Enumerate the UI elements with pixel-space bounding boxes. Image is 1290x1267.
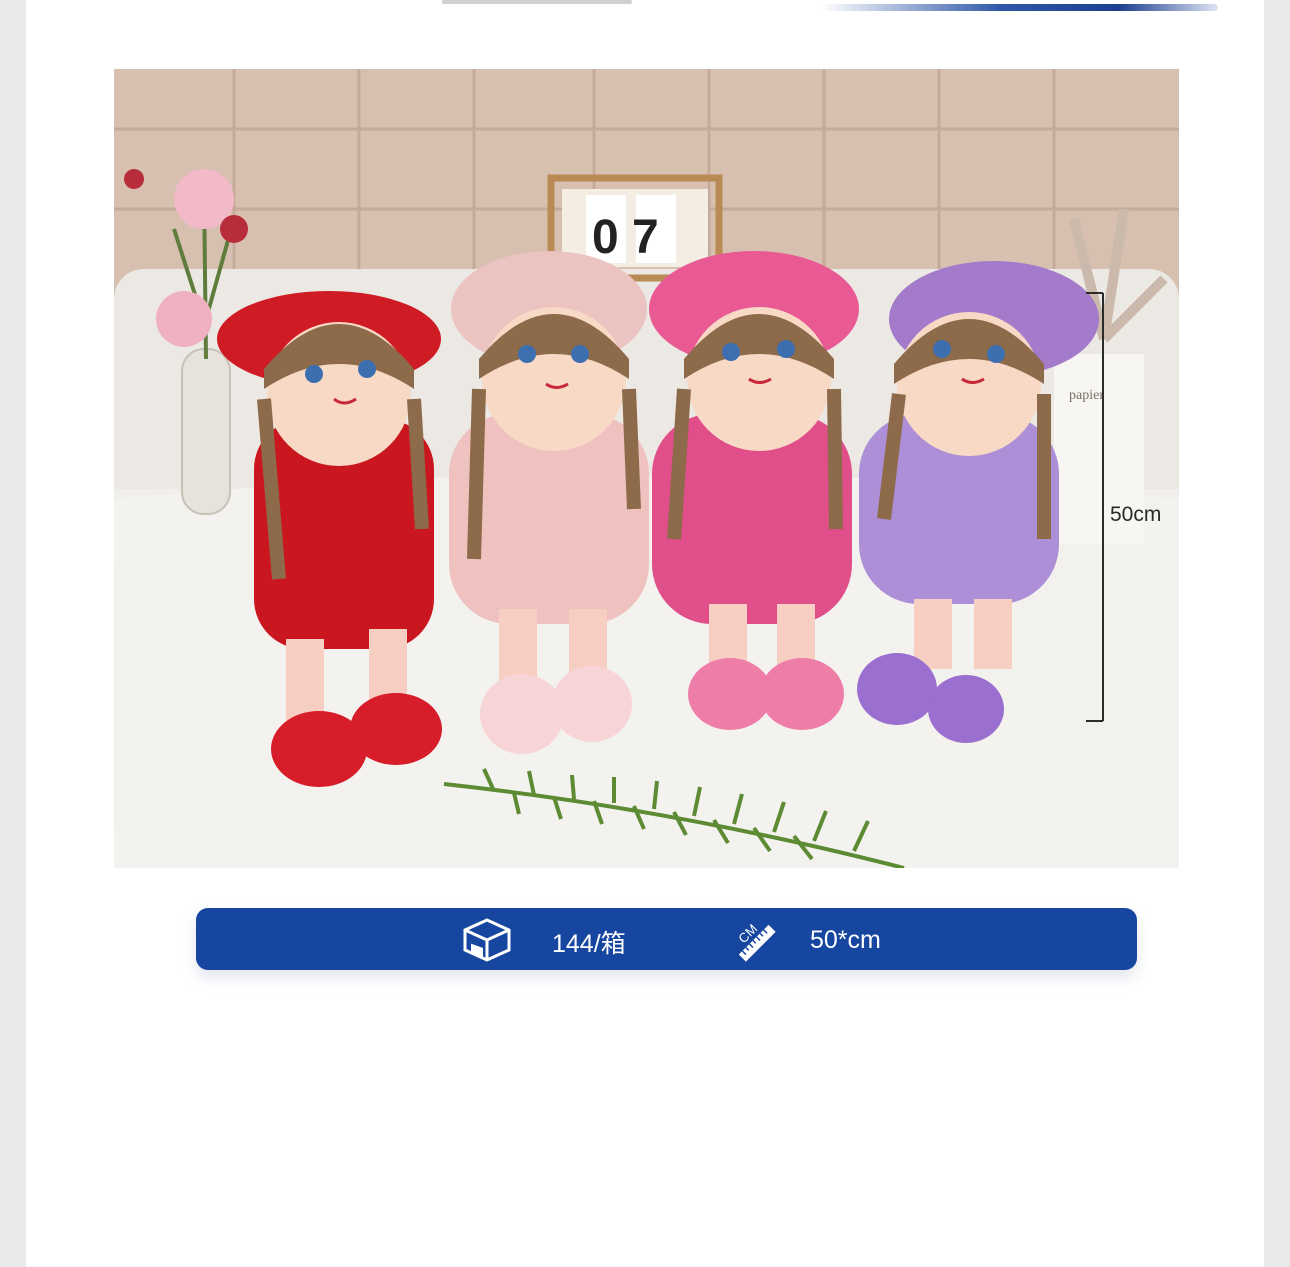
top-accent-rule <box>822 4 1218 11</box>
product-photo: papier 0 7 <box>114 69 1179 868</box>
top-heading-fragment <box>442 0 632 4</box>
box-icon <box>463 918 511 962</box>
calendar-digits: 0 7 <box>592 211 659 264</box>
product-detail-page: papier 0 7 50cm 144/箱 CM 50*cm <box>26 0 1264 1267</box>
product-size: 50*cm <box>810 926 881 954</box>
card-text: papier <box>1069 388 1104 403</box>
product-photo-illustration: papier 0 7 <box>114 69 1179 868</box>
quantity-per-box: 144/箱 <box>552 930 626 958</box>
ruler-cm-icon: CM <box>735 921 776 962</box>
height-label: 50cm <box>1110 503 1162 526</box>
product-info-bar: 144/箱 CM 50*cm <box>196 908 1137 970</box>
